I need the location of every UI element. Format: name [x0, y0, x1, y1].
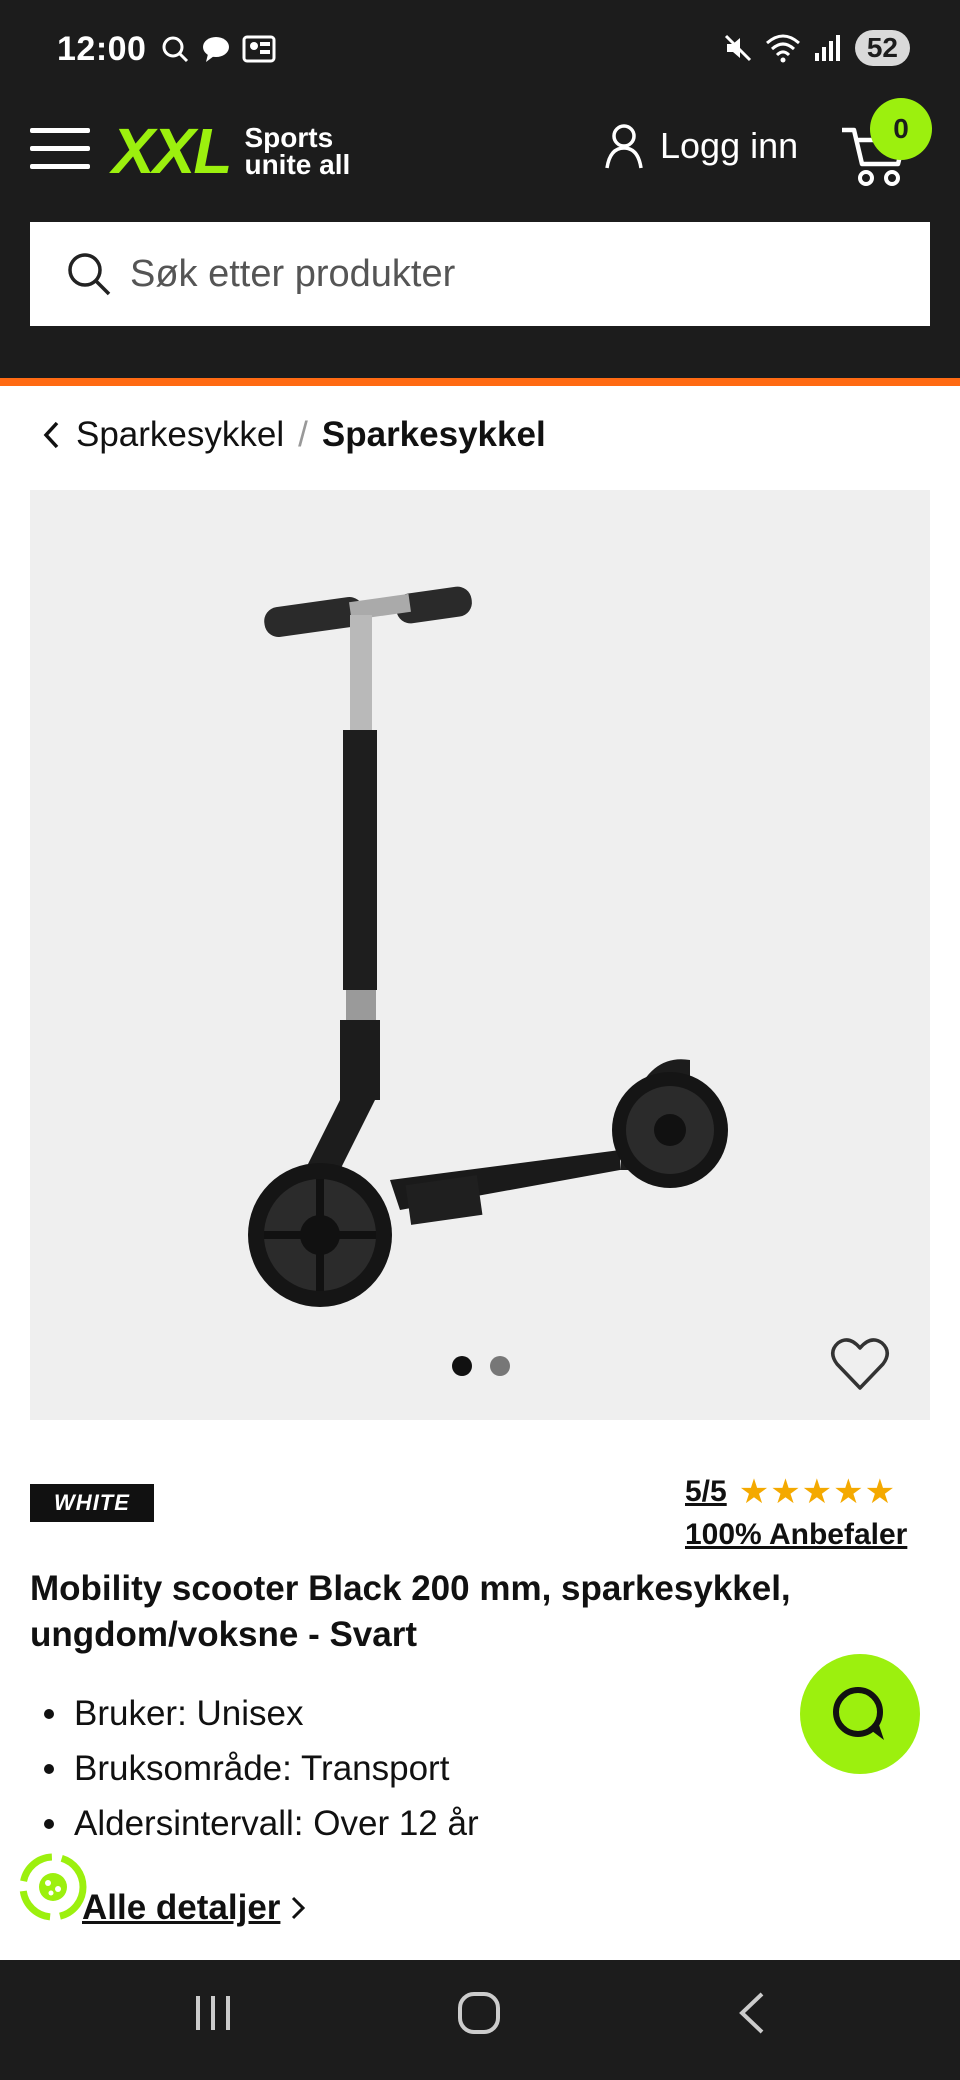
search-icon	[68, 253, 111, 296]
breadcrumb-parent[interactable]: Sparkesykkel	[76, 415, 284, 455]
product-image	[248, 586, 728, 1307]
product-feature-list: Bruker: Unisex Bruksområde: Transport Al…	[44, 1686, 479, 1851]
gallery-dot[interactable]	[490, 1356, 510, 1376]
feature-item: Aldersintervall: Over 12 år	[44, 1796, 479, 1851]
product-title: Mobility scooter Black 200 mm, sparkesyk…	[30, 1569, 791, 1654]
chevron-right-icon	[292, 1896, 306, 1920]
status-bar: 12:00 52	[0, 0, 960, 82]
star-rating-icon: ★★★★★	[738, 1473, 897, 1511]
back-icon[interactable]	[730, 1990, 776, 2036]
cart-count-badge: 0	[870, 98, 932, 160]
site-header: XXL Sports unite all Logg inn 0 Søk ette…	[0, 82, 960, 378]
tagline-line2: unite all	[244, 149, 351, 180]
menu-icon[interactable]	[30, 128, 90, 170]
feature-item: Bruksområde: Transport	[44, 1741, 479, 1796]
system-navigation-bar	[0, 1960, 960, 2080]
cookie-settings-icon[interactable]	[18, 1852, 88, 1922]
signal-icon	[814, 35, 840, 61]
search-status-icon	[162, 36, 189, 63]
login-label: Logg inn	[660, 125, 799, 166]
recent-apps-icon[interactable]	[190, 1990, 236, 2036]
all-details-link[interactable]: Alle detaljer	[82, 1888, 306, 1928]
breadcrumb-current: Sparkesykkel	[321, 415, 546, 454]
chevron-left-icon[interactable]	[42, 420, 60, 450]
chat-icon	[833, 1687, 884, 1740]
recommend-percentage[interactable]: 100% Anbefaler	[685, 1518, 907, 1552]
chat-button[interactable]	[800, 1654, 920, 1774]
breadcrumb: Sparkesykkel / Sparkesykkel	[42, 415, 546, 455]
status-time: 12:00	[57, 30, 147, 68]
heart-icon[interactable]	[830, 1336, 890, 1392]
wifi-icon	[765, 34, 800, 63]
logo-tagline: Sports unite all	[244, 124, 351, 180]
user-icon	[605, 124, 643, 169]
home-icon[interactable]	[456, 1990, 502, 2036]
all-details-label: Alle detaljer	[82, 1888, 281, 1927]
site-logo[interactable]: XXL Sports unite all	[112, 114, 350, 188]
rating-score[interactable]: 5/5	[685, 1475, 727, 1509]
mute-icon	[724, 34, 751, 62]
notification-icons	[160, 34, 276, 64]
login-button[interactable]: Logg inn	[604, 122, 798, 170]
search-placeholder: Søk etter produkter	[130, 252, 456, 295]
breadcrumb-separator: /	[298, 415, 308, 454]
chat-status-icon	[203, 37, 229, 62]
search-input[interactable]: Søk etter produkter	[30, 222, 930, 326]
gallery-pagination	[452, 1356, 510, 1376]
system-icons: 52	[723, 30, 910, 66]
gallery-dot-active[interactable]	[452, 1356, 472, 1376]
feature-item: Bruker: Unisex	[44, 1686, 479, 1741]
brand-logo[interactable]: WHITE	[30, 1484, 154, 1522]
product-image-gallery[interactable]	[30, 490, 930, 1420]
gallery-status-icon	[242, 35, 276, 63]
logo-wordmark: XXL	[112, 115, 232, 187]
product-rating[interactable]: 5/5 ★★★★★ 100% Anbefaler	[685, 1472, 907, 1552]
header-accent-stripe	[0, 378, 960, 386]
battery-indicator: 52	[854, 30, 910, 66]
